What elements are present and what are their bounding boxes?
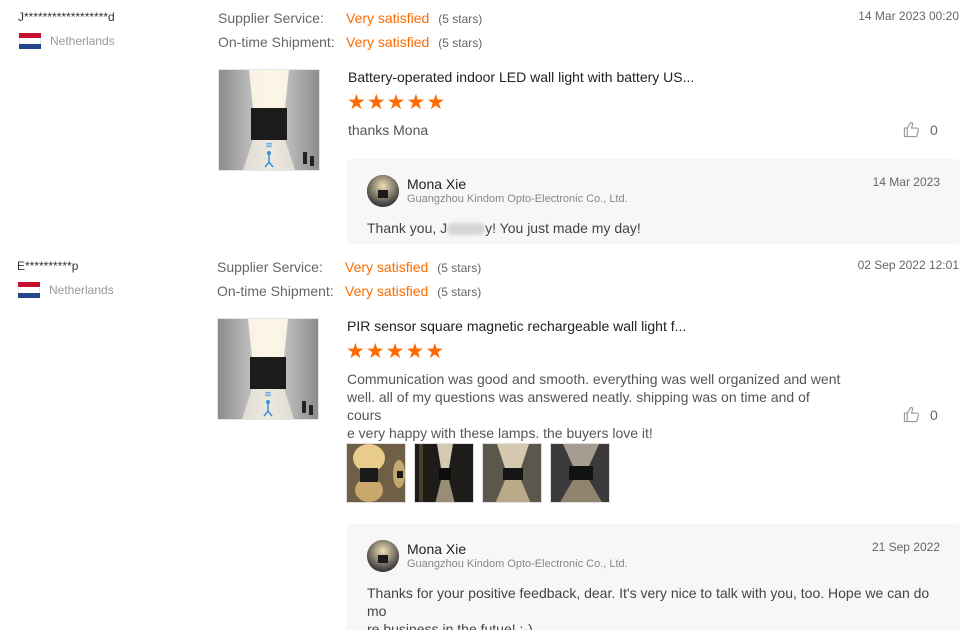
reply-text: Thanks for your positive feedback, dear.… bbox=[367, 584, 942, 630]
reply-date: 21 Sep 2022 bbox=[871, 540, 940, 554]
reply-author-name: Mona Xie bbox=[407, 541, 467, 557]
supplier-service-rating: Supplier Service: Very satisfied (5 star… bbox=[218, 10, 482, 26]
country-name: Netherlands bbox=[50, 34, 115, 48]
like-button[interactable]: 0 bbox=[903, 406, 938, 423]
review-photo[interactable] bbox=[550, 443, 610, 503]
product-title[interactable]: PIR sensor square magnetic rechargeable … bbox=[347, 318, 686, 334]
star-icon: ★ bbox=[405, 340, 425, 363]
review-stars: ★ ★ ★ ★ ★ bbox=[347, 91, 446, 114]
review-photo[interactable] bbox=[482, 443, 542, 503]
review-text-line: well. all of my questions was answered n… bbox=[347, 389, 810, 423]
star-icon: ★ bbox=[425, 340, 445, 363]
rating-value: Very satisfied bbox=[345, 259, 429, 275]
svg-text:≋: ≋ bbox=[265, 141, 273, 151]
rating-label: Supplier Service: bbox=[218, 10, 324, 26]
netherlands-flag-icon bbox=[18, 282, 40, 298]
rating-label: Supplier Service: bbox=[217, 259, 323, 275]
rating-stars-text: (5 stars) bbox=[438, 36, 483, 50]
rating-stars-text: (5 stars) bbox=[437, 261, 482, 275]
reply-text-part: Thank you, J bbox=[367, 220, 448, 236]
reply-text: Thank you, J y! You just made my day! bbox=[367, 219, 942, 237]
review-card: J******************d Netherlands Supplie… bbox=[0, 0, 967, 245]
star-icon: ★ bbox=[386, 91, 406, 114]
rating-value: Very satisfied bbox=[345, 283, 429, 299]
star-icon: ★ bbox=[426, 91, 446, 114]
star-icon: ★ bbox=[365, 340, 385, 363]
redacted-name bbox=[447, 223, 486, 236]
like-count: 0 bbox=[930, 121, 938, 138]
star-icon: ★ bbox=[346, 340, 365, 363]
star-icon: ★ bbox=[366, 91, 386, 114]
review-stars: ★ ★ ★ ★ ★ bbox=[346, 340, 445, 363]
netherlands-flag-icon bbox=[19, 33, 41, 49]
rating-stars-text: (5 stars) bbox=[438, 12, 483, 26]
rating-value: Very satisfied bbox=[346, 10, 430, 26]
review-text: Communication was good and smooth. every… bbox=[347, 370, 847, 442]
review-text: thanks Mona bbox=[348, 122, 429, 138]
review-date: 02 Sep 2022 12:01 bbox=[857, 258, 959, 272]
review-card: E**********p Netherlands Supplier Servic… bbox=[0, 249, 967, 630]
reply-company: Guangzhou Kindom Opto-Electronic Co., Lt… bbox=[407, 558, 628, 570]
star-icon: ★ bbox=[385, 340, 405, 363]
product-thumbnail[interactable]: ≋ bbox=[218, 69, 320, 171]
like-button[interactable]: 0 bbox=[903, 121, 938, 138]
shipment-rating: On-time Shipment: Very satisfied (5 star… bbox=[217, 283, 481, 299]
product-title[interactable]: Battery-operated indoor LED wall light w… bbox=[348, 69, 694, 85]
thumbs-up-icon bbox=[903, 121, 919, 138]
country-name: Netherlands bbox=[49, 283, 114, 297]
supplier-service-rating: Supplier Service: Very satisfied (5 star… bbox=[217, 259, 481, 275]
supplier-reply: Mona Xie Guangzhou Kindom Opto-Electroni… bbox=[347, 524, 960, 630]
supplier-reply: Mona Xie Guangzhou Kindom Opto-Electroni… bbox=[347, 159, 960, 244]
avatar bbox=[367, 540, 399, 572]
review-photo[interactable] bbox=[414, 443, 474, 503]
review-text-line: e very happy with these lamps. the buyer… bbox=[347, 425, 653, 441]
buyer-name: E**********p bbox=[17, 259, 79, 273]
reply-text-line: Thanks for your positive feedback, dear.… bbox=[367, 585, 930, 619]
rating-value: Very satisfied bbox=[346, 34, 430, 50]
buyer-country: Netherlands bbox=[18, 282, 114, 298]
thumbs-up-icon bbox=[903, 406, 919, 423]
rating-stars-text: (5 stars) bbox=[437, 285, 482, 299]
shipment-rating: On-time Shipment: Very satisfied (5 star… bbox=[218, 34, 482, 50]
reply-company: Guangzhou Kindom Opto-Electronic Co., Lt… bbox=[407, 193, 628, 205]
like-count: 0 bbox=[930, 406, 938, 423]
svg-text:≋: ≋ bbox=[264, 390, 272, 400]
review-photo[interactable] bbox=[346, 443, 406, 503]
star-icon: ★ bbox=[406, 91, 426, 114]
avatar bbox=[367, 175, 399, 207]
buyer-name: J******************d bbox=[18, 10, 115, 24]
rating-label: On-time Shipment: bbox=[218, 34, 335, 50]
star-icon: ★ bbox=[347, 91, 366, 114]
review-text-line: Communication was good and smooth. every… bbox=[347, 371, 841, 387]
reply-author-name: Mona Xie bbox=[407, 176, 467, 192]
reply-text-line: re business in the futue! :-) bbox=[367, 621, 533, 630]
review-date: 14 Mar 2023 00:20 bbox=[858, 9, 959, 23]
buyer-country: Netherlands bbox=[19, 33, 115, 49]
product-thumbnail[interactable]: ≋ bbox=[217, 318, 319, 420]
reply-text-part: y! You just made my day! bbox=[485, 220, 641, 236]
reply-date: 14 Mar 2023 bbox=[872, 175, 940, 189]
rating-label: On-time Shipment: bbox=[217, 283, 334, 299]
